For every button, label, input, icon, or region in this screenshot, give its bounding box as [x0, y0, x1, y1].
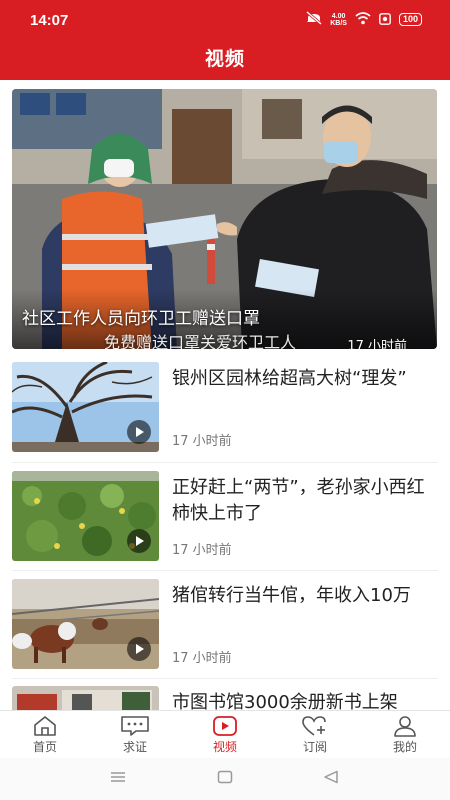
video-list-item[interactable]: 市图书馆3000余册新书上架: [12, 686, 437, 710]
divider: [12, 570, 438, 571]
video-thumbnail: [12, 579, 159, 669]
status-time: 14:07: [30, 12, 69, 29]
video-thumbnail: [12, 686, 159, 710]
status-icons: 4.00 KB/S 100: [306, 10, 422, 29]
page-title: 视频: [204, 48, 245, 70]
video-time: 17 小时前: [172, 651, 232, 666]
tab-verify[interactable]: 求证: [90, 711, 180, 758]
video-icon: [213, 716, 237, 736]
tab-label: 我的: [392, 740, 417, 754]
system-nav-bar: [0, 758, 450, 800]
chat-icon: [121, 716, 149, 736]
home-icon: [34, 716, 56, 736]
tab-label: 首页: [32, 740, 57, 754]
bottom-tab-bar: 首页 求证 视频 订阅 我的: [0, 710, 450, 758]
tab-subscribe[interactable]: 订阅: [270, 711, 360, 758]
tab-label: 订阅: [302, 740, 327, 754]
featured-video-card[interactable]: 社区工作人员向环卫工赠送口罩 免费赠送口罩关爱环卫工人 17 小时前: [12, 89, 437, 349]
tab-home[interactable]: 首页: [0, 711, 90, 758]
play-icon: [127, 637, 151, 661]
tab-mine[interactable]: 我的: [360, 711, 450, 758]
heart-plus-icon: [302, 716, 326, 736]
mute-icon: [306, 10, 323, 29]
video-title: 银州区园林给超高大树“理发”: [172, 368, 407, 389]
network-speed: 4.00 KB/S: [330, 13, 347, 27]
status-bar: 14:07 4.00 KB/S 100: [0, 0, 450, 40]
video-thumbnail: [12, 362, 159, 452]
video-title: 猪倌转行当牛倌，年收入10万: [172, 585, 411, 606]
play-icon: [127, 529, 151, 553]
divider: [12, 678, 438, 679]
video-thumbnail: [12, 471, 159, 561]
video-list-item[interactable]: 猪倌转行当牛倌，年收入10万 17 小时前: [12, 579, 437, 671]
network-speed-unit: KB/S: [330, 19, 347, 27]
home-button-icon[interactable]: [217, 770, 233, 784]
video-time: 17 小时前: [172, 543, 232, 558]
tab-label: 视频: [212, 740, 237, 754]
user-icon: [394, 716, 416, 737]
video-title: 正好赶上“两节”，老孙家小西红柿快上市了: [172, 477, 425, 524]
screen-record-icon: [379, 10, 391, 29]
network-speed-value: 4.00: [331, 12, 346, 20]
divider: [12, 462, 438, 463]
video-list-item[interactable]: 银州区园林给超高大树“理发” 17 小时前: [12, 362, 437, 454]
tab-label: 求证: [122, 740, 147, 754]
featured-video-subtitle: 免费赠送口罩关爱环卫工人: [104, 333, 297, 349]
video-feed[interactable]: 社区工作人员向环卫工赠送口罩 免费赠送口罩关爱环卫工人 17 小时前 银州区园林…: [0, 80, 450, 710]
featured-video-title: 社区工作人员向环卫工赠送口罩: [22, 309, 260, 329]
play-icon: [127, 420, 151, 444]
wifi-icon: [355, 10, 371, 29]
app-header: 14:07 4.00 KB/S 100 视频: [0, 0, 450, 80]
video-list-item[interactable]: 正好赶上“两节”，老孙家小西红柿快上市了 17 小时前: [12, 471, 437, 563]
back-icon[interactable]: [323, 770, 339, 784]
video-title: 市图书馆3000余册新书上架: [172, 692, 398, 710]
featured-video-time: 17 小时前: [347, 339, 407, 349]
battery-indicator: 100: [398, 13, 422, 26]
tab-video[interactable]: 视频: [180, 711, 270, 758]
video-time: 17 小时前: [172, 434, 232, 449]
menu-icon[interactable]: [110, 770, 126, 784]
